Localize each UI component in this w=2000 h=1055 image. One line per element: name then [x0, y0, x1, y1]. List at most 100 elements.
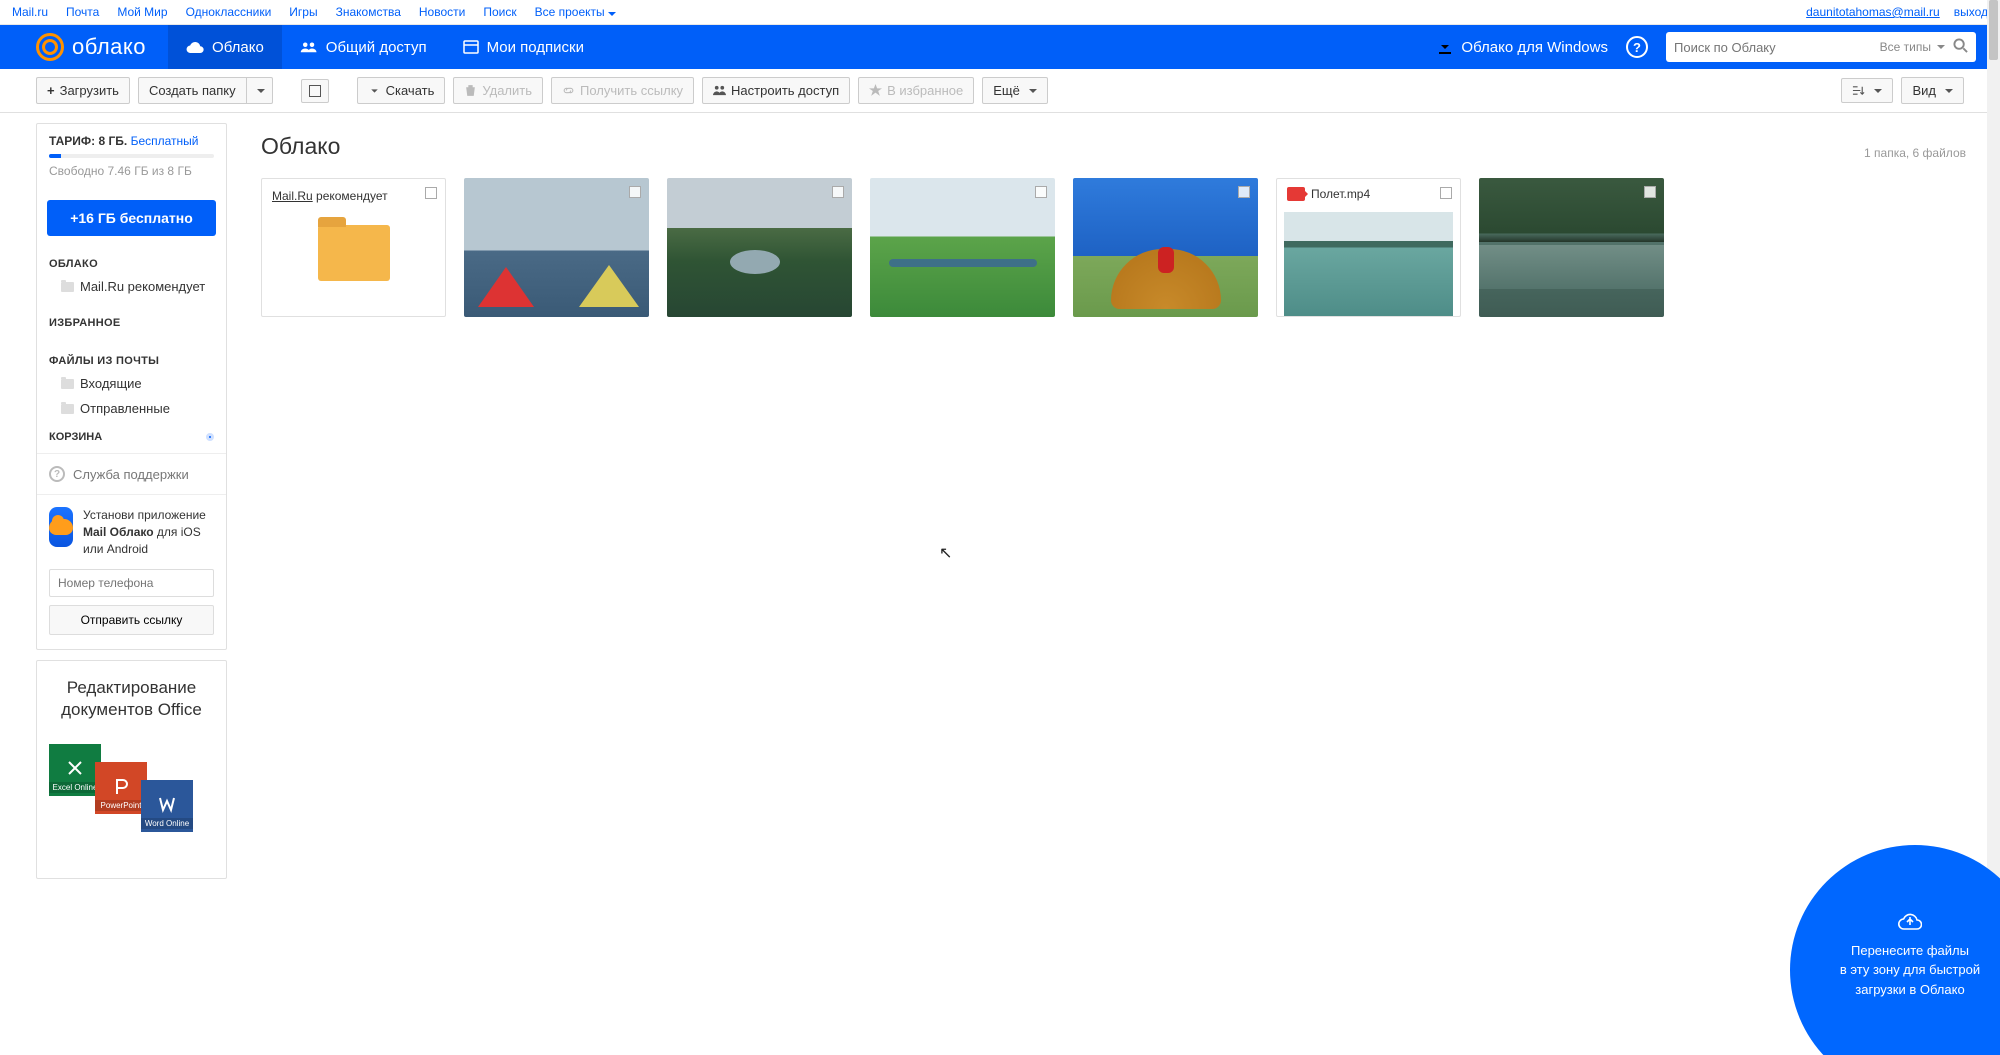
tile-checkbox[interactable] [1440, 187, 1452, 199]
download-icon [368, 84, 381, 97]
dropzone-text-1: Перенесите файлы [1851, 941, 1969, 961]
mouse-cursor: ↖ [939, 543, 952, 563]
portal-link-mymir[interactable]: Мой Мир [117, 5, 167, 19]
help-button[interactable]: ? [1626, 36, 1648, 58]
tile-checkbox[interactable] [1035, 186, 1047, 198]
upload-button[interactable]: +Загрузить [36, 77, 130, 104]
portal-link-news[interactable]: Новости [419, 5, 465, 19]
scroll-thumb[interactable] [1989, 0, 1998, 60]
portal-link-games[interactable]: Игры [289, 5, 317, 19]
sidebar-trash[interactable]: КОРЗИНА [37, 421, 226, 453]
send-link-button[interactable]: Отправить ссылку [49, 605, 214, 635]
search-type-dropdown[interactable]: Все типы [1880, 40, 1945, 54]
folder-icon [61, 379, 74, 389]
portal-link-search[interactable]: Поиск [483, 5, 516, 19]
caret-down-icon [1945, 89, 1953, 93]
portal-link-ok[interactable]: Одноклассники [186, 5, 272, 19]
video-icon [1287, 187, 1305, 201]
windows-download-link[interactable]: Облако для Windows [1437, 39, 1608, 56]
trash-icon [464, 84, 477, 97]
search-box: Все типы [1666, 32, 1976, 62]
tile-photo-3[interactable] [870, 178, 1055, 317]
sidebar: ТАРИФ: 8 ГБ. Бесплатный Свободно 7.46 ГБ… [36, 123, 227, 650]
powerpoint-icon[interactable]: PowerPoint [95, 762, 147, 814]
windows-link-label: Облако для Windows [1461, 39, 1608, 56]
app-promo: Установи приложение Mail Облако для iOS … [37, 495, 226, 569]
tile-checkbox[interactable] [1238, 186, 1250, 198]
get-link-button[interactable]: Получить ссылку [551, 77, 694, 104]
portal-link-dating[interactable]: Знакомства [336, 5, 401, 19]
logo-at-icon [36, 33, 64, 61]
tile-photo-1[interactable] [464, 178, 649, 317]
tile-photo-5[interactable] [1479, 178, 1664, 317]
portal-link-mail[interactable]: Почта [66, 5, 99, 19]
tab-subs-label: Мои подписки [487, 39, 584, 56]
video-header: Полет.mp4 [1287, 187, 1370, 201]
sort-icon [1852, 84, 1865, 97]
caret-down-icon [1029, 89, 1037, 93]
create-folder-more[interactable] [247, 77, 273, 104]
tile-photo-4[interactable] [1073, 178, 1258, 317]
logout-link[interactable]: выход [1954, 5, 1988, 19]
tab-shared-label: Общий доступ [326, 39, 427, 56]
checkbox-icon [309, 85, 321, 97]
configure-access-button[interactable]: Настроить доступ [702, 77, 850, 104]
thumbnail [870, 178, 1055, 317]
phone-input[interactable] [49, 569, 214, 597]
people-icon [300, 40, 318, 54]
tile-folder-recommend[interactable]: Mail.Ru рекомендует [261, 178, 446, 317]
search-button[interactable] [1953, 38, 1968, 56]
section-mailfiles: ФАЙЛЫ ИЗ ПОЧТЫ [37, 347, 226, 371]
cloud-icon [49, 519, 73, 535]
tile-video-polet[interactable]: Полет.mp4 [1276, 178, 1461, 317]
logo[interactable]: облако [0, 33, 168, 61]
thumbnail [464, 178, 649, 317]
more-button[interactable]: Ещё [982, 77, 1048, 104]
create-folder-button[interactable]: Создать папку [138, 77, 247, 104]
office-icons: Excel Online PowerPoint Word Online [49, 738, 214, 818]
download-button[interactable]: Скачать [357, 77, 446, 104]
search-input[interactable] [1674, 40, 1880, 55]
favorite-button[interactable]: В избранное [858, 77, 974, 104]
thumbnail [1479, 178, 1664, 317]
storage-progress [49, 154, 214, 158]
view-button[interactable]: Вид [1901, 77, 1964, 104]
link-icon [562, 84, 575, 97]
tile-checkbox[interactable] [425, 187, 437, 199]
tile-checkbox[interactable] [1644, 186, 1656, 198]
caret-down-icon [1937, 45, 1945, 49]
sidebar-item-inbox[interactable]: Входящие [37, 371, 226, 396]
trash-indicator-icon [206, 433, 214, 441]
portal-link-all[interactable]: Все проекты [535, 5, 616, 19]
tile-checkbox[interactable] [629, 186, 641, 198]
caret-down-icon [257, 89, 265, 93]
sidebar-item-recommend[interactable]: Mail.Ru рекомендует [37, 274, 226, 299]
help-icon: ? [49, 466, 65, 482]
bonus-storage-button[interactable]: +16 ГБ бесплатно [47, 200, 216, 236]
tab-shared[interactable]: Общий доступ [282, 25, 445, 69]
app-icon [49, 507, 73, 547]
tile-checkbox[interactable] [832, 186, 844, 198]
folder-icon [61, 282, 74, 292]
tile-photo-2[interactable] [667, 178, 852, 317]
tab-cloud[interactable]: Облако [168, 25, 282, 69]
delete-button[interactable]: Удалить [453, 77, 543, 104]
support-link[interactable]: ? Служба поддержки [37, 454, 226, 494]
star-icon [869, 84, 882, 97]
tariff-plan-link[interactable]: Бесплатный [131, 134, 199, 148]
header-right: Облако для Windows ? Все типы [1437, 32, 2000, 62]
section-cloud: ОБЛАКО [37, 250, 226, 274]
portal-link-mailru[interactable]: Mail.ru [12, 5, 48, 19]
sort-button[interactable] [1841, 78, 1893, 103]
select-all-button[interactable] [301, 79, 329, 103]
caret-down-icon [608, 12, 616, 16]
folder-icon [318, 225, 390, 281]
word-icon[interactable]: Word Online [141, 780, 193, 832]
app-promo-text: Установи приложение Mail Облако для iOS … [83, 507, 214, 557]
caret-down-icon [1874, 89, 1882, 93]
dropzone-text-3: загрузки в Облако [1855, 980, 1964, 1000]
sidebar-item-sent[interactable]: Отправленные [37, 396, 226, 421]
tab-subscriptions[interactable]: Мои подписки [445, 25, 602, 69]
excel-icon[interactable]: Excel Online [49, 744, 101, 796]
account-email-link[interactable]: daunitotahomas@mail.ru [1806, 5, 1940, 19]
